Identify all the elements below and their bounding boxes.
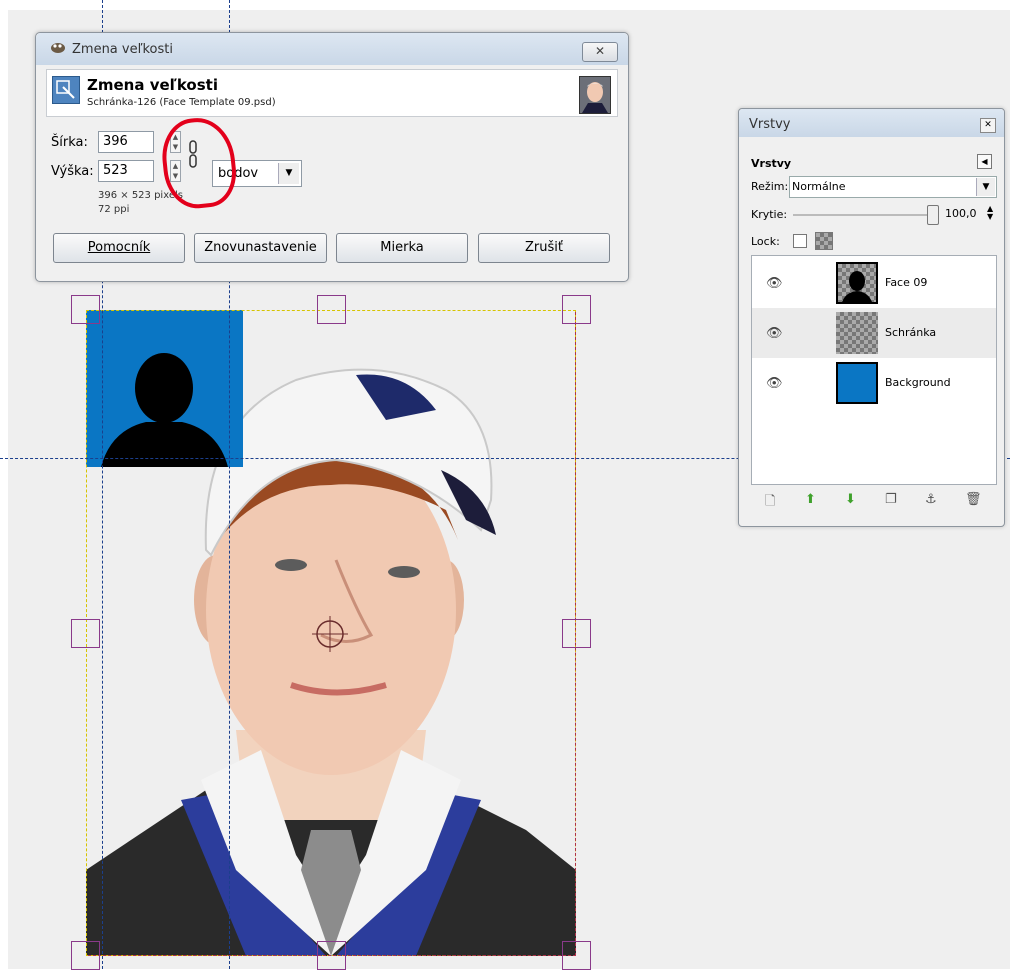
eye-icon[interactable]: 👁: [766, 376, 783, 391]
reset-button[interactable]: Znovunastavenie: [194, 233, 327, 263]
scale-handle-bottom[interactable]: [317, 941, 346, 970]
opacity-spinner[interactable]: ▲ ▼: [987, 205, 993, 221]
triangle-left-icon: ◀: [981, 157, 988, 166]
layers-dialog: Vrstvy ✕ Vrstvy ◀ Režim: Normálne ▼ Kryt…: [738, 108, 1005, 527]
chevron-down-icon: ▼: [976, 178, 995, 196]
raise-layer-icon[interactable]: ⬆: [805, 492, 816, 507]
layer-row[interactable]: 👁 Background: [752, 358, 996, 408]
layers-dialog-titlebar[interactable]: Vrstvy ✕: [739, 109, 1004, 137]
scale-dialog-titlebar[interactable]: Zmena veľkosti ✕: [36, 33, 628, 65]
scale-handle-left[interactable]: [71, 619, 100, 648]
mode-value: Normálne: [792, 180, 846, 193]
width-label: Šírka:: [51, 135, 88, 150]
mode-label: Režim:: [751, 180, 789, 193]
help-button-label: Pomocník: [87, 240, 151, 255]
eye-icon[interactable]: 👁: [766, 276, 783, 291]
resolution-info: 72 ppi: [98, 204, 130, 215]
selection-boundary: [88, 312, 576, 956]
scale-button[interactable]: Mierka: [336, 233, 468, 263]
reset-button-label: Znovunastavenie: [204, 240, 317, 255]
cancel-button[interactable]: Zrušiť: [478, 233, 610, 263]
scale-button-label: Mierka: [380, 240, 424, 255]
lock-label: Lock:: [751, 235, 780, 248]
scale-handle-right[interactable]: [562, 619, 591, 648]
lower-layer-icon[interactable]: ⬇: [845, 492, 856, 507]
chevron-down-icon: ▼: [278, 163, 299, 184]
layer-name[interactable]: Face 09: [885, 276, 927, 289]
lock-alpha-toggle[interactable]: [815, 232, 833, 250]
opacity-slider[interactable]: [793, 214, 931, 216]
close-button[interactable]: ✕: [980, 118, 996, 133]
layer-preview-thumbnail: [579, 76, 611, 114]
tab-menu-button[interactable]: ◀: [977, 154, 992, 169]
close-icon: ✕: [984, 120, 992, 130]
layers-toolbar: 🗋 ⬆ ⬇ ❐ ⚓ 🗑: [751, 486, 995, 516]
scale-handle-top-right[interactable]: [562, 295, 591, 324]
scale-handle-top-left[interactable]: [71, 295, 100, 324]
scale-dialog-title: Zmena veľkosti: [72, 42, 173, 57]
scale-dialog: Zmena veľkosti ✕ Zmena veľkosti Schránka…: [35, 32, 629, 282]
opacity-value[interactable]: 100,0: [945, 207, 977, 220]
layer-thumbnail: [836, 362, 878, 404]
height-label: Výška:: [51, 164, 94, 179]
eye-icon[interactable]: 👁: [766, 326, 783, 341]
dialog-subtitle: Schránka-126 (Face Template 09.psd): [87, 97, 276, 108]
opacity-slider-thumb[interactable]: [927, 205, 939, 225]
delete-layer-icon[interactable]: 🗑: [965, 492, 982, 507]
close-icon: ✕: [594, 44, 606, 58]
anchor-layer-icon[interactable]: ⚓: [925, 492, 937, 507]
cancel-button-label: Zrušiť: [525, 240, 563, 255]
height-input[interactable]: 523: [98, 160, 154, 182]
layer-thumbnail: [836, 312, 878, 354]
layer-name[interactable]: Background: [885, 376, 951, 389]
scale-handle-bottom-right[interactable]: [562, 941, 591, 970]
layer-row[interactable]: 👁 Face 09: [752, 258, 996, 308]
help-button[interactable]: Pomocník: [53, 233, 185, 263]
scale-layer-icon: [52, 76, 80, 104]
new-layer-icon[interactable]: 🗋: [765, 492, 775, 514]
layer-row[interactable]: 👁 Schránka: [752, 308, 996, 358]
layers-dialog-title: Vrstvy: [749, 117, 791, 132]
scale-handle-top[interactable]: [317, 295, 346, 324]
lock-pixels-checkbox[interactable]: [793, 234, 807, 248]
layer-name[interactable]: Schránka: [885, 326, 936, 339]
scale-handle-bottom-left[interactable]: [71, 941, 100, 970]
layers-tab-label: Vrstvy: [751, 157, 792, 170]
opacity-label: Krytie:: [751, 208, 788, 221]
layer-list: 👁 Face 09 👁 Schránka 👁 Background: [751, 255, 997, 485]
dialog-heading: Zmena veľkosti: [87, 76, 218, 94]
duplicate-layer-icon[interactable]: ❐: [885, 492, 897, 507]
mode-select[interactable]: Normálne ▼: [789, 176, 997, 198]
dialog-header: Zmena veľkosti Schránka-126 (Face Templa…: [46, 69, 618, 117]
gimp-wilber-icon: [51, 43, 65, 53]
layer-thumbnail: [836, 262, 878, 304]
close-button[interactable]: ✕: [582, 42, 618, 62]
width-input[interactable]: 396: [98, 131, 154, 153]
